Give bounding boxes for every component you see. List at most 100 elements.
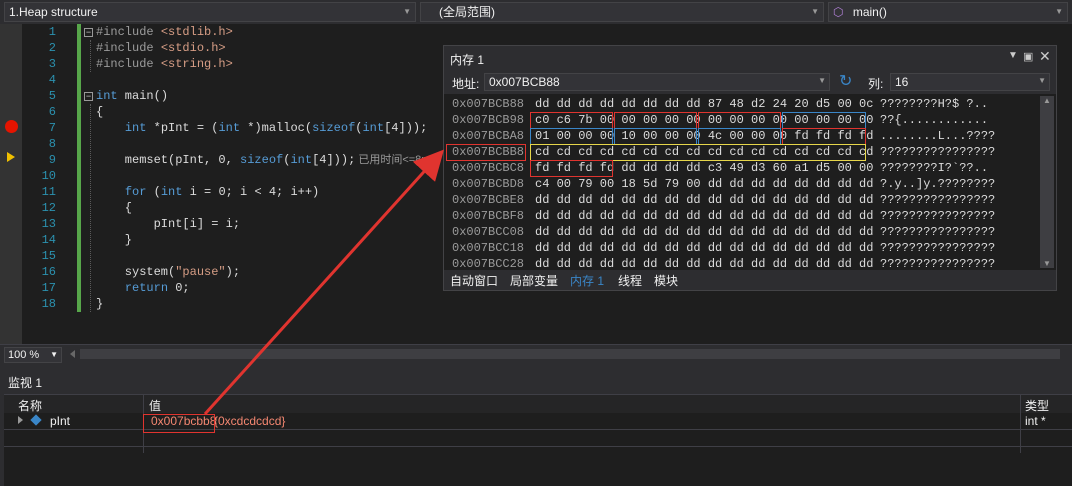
line-number: 4 — [48, 73, 56, 87]
code-line[interactable]: return 0; — [96, 280, 190, 296]
code-line[interactable]: } — [96, 232, 132, 248]
memory-bytes[interactable]: dd dd dd dd dd dd dd dd dd dd dd dd dd d… — [535, 208, 873, 224]
memory-bytes[interactable]: c4 00 79 00 18 5d 79 00 dd dd dd dd dd d… — [535, 176, 873, 192]
memory-address: 0x007BCB88 — [452, 97, 525, 111]
code-line[interactable]: #include <stdio.h> — [96, 40, 226, 56]
memory-ascii: ???????????????? — [880, 145, 996, 159]
scroll-down-icon[interactable]: ▼ — [1043, 259, 1051, 268]
memory-bytes[interactable]: dd dd dd dd dd dd dd dd 87 48 d2 24 20 d… — [535, 96, 873, 112]
memory-address: 0x007BCBB8 — [452, 145, 525, 159]
columns-dropdown[interactable]: 16 ▼ — [890, 73, 1050, 91]
memory-address: 0x007BCBC8 — [452, 161, 525, 175]
scroll-left-icon[interactable] — [70, 350, 75, 358]
line-number: 2 — [48, 41, 56, 55]
fold-toggle-icon[interactable]: − — [84, 28, 93, 37]
watch-panel: 监视 1 名称 值 类型 pInt 0x007bcbb8 {0xcdcdcdcd… — [0, 372, 1072, 486]
code-line[interactable]: int *pInt = (int *)malloc(sizeof(int[4])… — [96, 120, 428, 136]
watch-row-name: pInt — [50, 414, 71, 428]
line-number: 9 — [48, 153, 56, 167]
debug-tab[interactable]: 线程 — [618, 272, 642, 289]
code-line[interactable]: system("pause"); — [96, 264, 240, 280]
refresh-icon[interactable]: ↻ — [839, 71, 852, 91]
memory-window-titlebar[interactable]: 内存 1 ▼ ▣ ✕ — [444, 46, 1056, 70]
project-dropdown[interactable]: 1.Heap structure ▼ — [4, 2, 416, 22]
line-number: 7 — [48, 121, 56, 135]
memory-bytes[interactable]: fd fd fd fd dd dd dd dd c3 49 d3 60 a1 d… — [535, 160, 873, 176]
watch-row-value-address: 0x007bcbb8 — [151, 414, 217, 428]
debug-tab[interactable]: 模块 — [654, 272, 678, 289]
line-number: 17 — [41, 281, 56, 295]
code-line[interactable]: { — [96, 104, 103, 120]
scope-dropdown[interactable]: (全局范围) ▼ — [420, 2, 824, 22]
dropdown-arrow-icon[interactable]: ▼ — [1008, 50, 1018, 61]
chevron-down-icon: ▼ — [811, 7, 819, 16]
debug-tab[interactable]: 自动窗口 — [450, 272, 498, 289]
scope-dropdown-label: (全局范围) — [439, 5, 495, 19]
function-icon: ⬡ — [833, 5, 844, 19]
close-icon[interactable]: ✕ — [1039, 48, 1051, 65]
memory-bytes[interactable]: 01 00 00 00 10 00 00 00 4c 00 00 00 fd f… — [535, 128, 873, 144]
code-line[interactable]: for (int i = 0; i < 4; i++) — [96, 184, 319, 200]
zoom-dropdown[interactable]: 100 % ▼ — [4, 347, 62, 363]
expand-icon[interactable] — [18, 416, 23, 424]
chevron-down-icon: ▼ — [403, 7, 411, 16]
column-header-type[interactable]: 类型 — [1025, 397, 1049, 414]
memory-address: 0x007BCC18 — [452, 241, 525, 255]
code-line[interactable]: #include <string.h> — [96, 56, 233, 72]
memory-ascii: ???????????????? — [880, 225, 996, 239]
code-line[interactable]: #include <stdlib.h> — [96, 24, 233, 40]
memory-ascii: ???????????????? — [880, 241, 996, 255]
indent-guide — [90, 104, 91, 312]
chevron-down-icon: ▼ — [1038, 76, 1046, 85]
watch-row[interactable]: pInt 0x007bcbb8 {0xcdcdcdcd} int * — [4, 413, 1072, 430]
memory-window[interactable]: 内存 1 ▼ ▣ ✕ 地址: 0x007BCB88 ▼ ↻ 列: 16 ▼ 0x… — [443, 45, 1057, 291]
column-divider — [1020, 413, 1021, 453]
column-divider[interactable] — [1020, 395, 1021, 413]
code-line[interactable]: { — [96, 200, 132, 216]
column-divider[interactable] — [143, 395, 144, 413]
fold-toggle-icon[interactable]: − — [84, 92, 93, 101]
line-number: 14 — [41, 233, 56, 247]
memory-bytes[interactable]: dd dd dd dd dd dd dd dd dd dd dd dd dd d… — [535, 224, 873, 240]
watch-empty-row[interactable] — [4, 430, 1072, 447]
memory-ascii: ??{............ — [880, 113, 989, 127]
watch-row-type: int * — [1025, 414, 1046, 428]
debug-tab[interactable]: 局部变量 — [510, 272, 558, 289]
maximize-icon[interactable]: ▣ — [1023, 50, 1033, 63]
code-line[interactable]: int main() — [96, 88, 168, 104]
memory-bytes[interactable]: dd dd dd dd dd dd dd dd dd dd dd dd dd d… — [535, 192, 873, 208]
column-divider — [143, 413, 144, 453]
memory-bytes[interactable]: dd dd dd dd dd dd dd dd dd dd dd dd dd d… — [535, 240, 873, 256]
address-label: 地址: — [452, 77, 480, 91]
column-header-value[interactable]: 值 — [149, 397, 161, 414]
horizontal-scrollbar[interactable] — [80, 349, 1060, 359]
address-input[interactable]: 0x007BCB88 ▼ — [484, 73, 830, 91]
line-number: 5 — [48, 89, 56, 103]
scroll-up-icon[interactable]: ▲ — [1043, 96, 1051, 105]
vertical-scrollbar[interactable]: ▲ ▼ — [1040, 96, 1054, 268]
code-line[interactable]: pInt[i] = i; — [96, 216, 240, 232]
memory-address: 0x007BCBE8 — [452, 193, 525, 207]
line-number: 1 — [48, 25, 56, 39]
column-header-name[interactable]: 名称 — [18, 397, 42, 414]
memory-bytes[interactable]: cd cd cd cd cd cd cd cd cd cd cd cd cd c… — [535, 144, 873, 160]
line-number: 6 — [48, 105, 56, 119]
columns-dropdown-value: 16 — [895, 75, 909, 89]
code-line[interactable]: } — [96, 296, 103, 312]
memory-window-title: 内存 1 — [450, 53, 485, 67]
function-dropdown[interactable]: ⬡ main() ▼ — [828, 2, 1068, 22]
watch-panel-title: 监视 1 — [8, 376, 43, 390]
memory-address: 0x007BCBF8 — [452, 209, 525, 223]
memory-bytes[interactable]: c0 c6 7b 00 00 00 00 00 00 00 00 00 00 0… — [535, 112, 873, 128]
memory-ascii: ........L...???? — [880, 129, 996, 143]
breakpoint-icon[interactable] — [5, 120, 18, 133]
code-line[interactable]: memset(pInt, 0, sizeof(int[4])); 已用时间<=8… — [96, 152, 436, 168]
current-line-arrow-icon — [7, 152, 15, 162]
function-dropdown-label: main() — [852, 5, 887, 19]
memory-address: 0x007BCBD8 — [452, 177, 525, 191]
chevron-down-icon[interactable]: ▼ — [818, 76, 826, 85]
indent-guide — [90, 40, 91, 72]
glyph-margin[interactable] — [0, 24, 22, 344]
debug-tab[interactable]: 内存 1 — [570, 272, 604, 289]
watch-list: pInt 0x007bcbb8 {0xcdcdcdcd} int * — [4, 413, 1072, 486]
